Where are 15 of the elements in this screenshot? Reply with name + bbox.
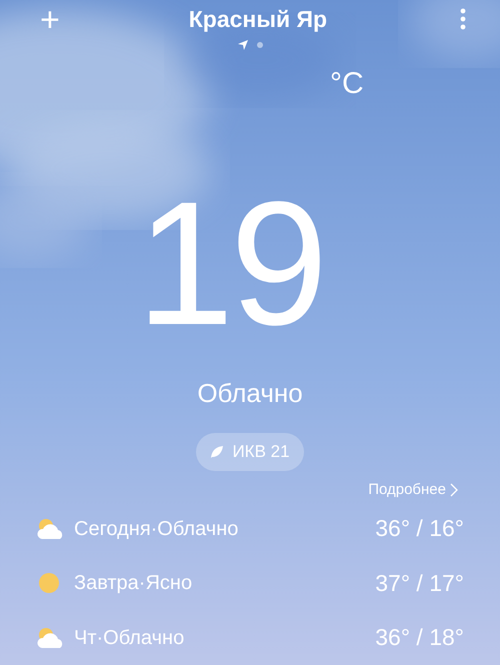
- add-button[interactable]: +: [40, 2, 60, 37]
- temperature-unit: °C: [330, 66, 364, 102]
- temperature-range: 36° / 16°: [375, 514, 464, 544]
- forecast-label: Сегодня·Облачно: [74, 516, 240, 542]
- city-title: Красный Яр: [188, 5, 328, 34]
- leaf-icon: [210, 444, 224, 459]
- forecast-label: Чт·Облачно: [74, 626, 186, 651]
- chevron-icon: [450, 482, 458, 497]
- forecast-label: Завтра·Ясно: [74, 571, 194, 596]
- temperature-value: 19: [136, 176, 324, 352]
- aqi-badge[interactable]: ИКВ 21: [196, 433, 304, 471]
- temperature-range: 37° / 17°: [375, 568, 464, 598]
- weather-condition: Облачно: [197, 377, 303, 410]
- temperature-range: 36° / 18°: [375, 623, 464, 652]
- details-link[interactable]: Подробнее: [368, 478, 458, 502]
